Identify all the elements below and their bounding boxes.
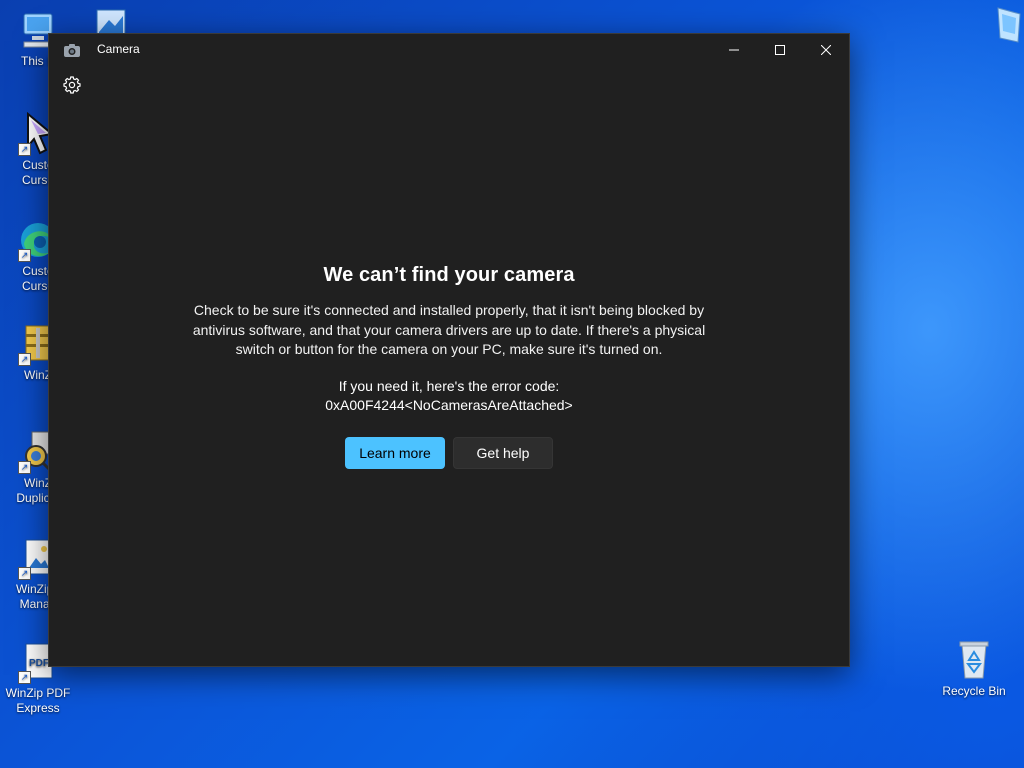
window-title: Camera [97,42,140,56]
desktop-icon-top-right[interactable] [990,4,1024,50]
camera-icon [63,42,81,58]
app-shortcut-icon [990,4,1024,48]
get-help-button[interactable]: Get help [453,436,553,469]
camera-window: Camera We can’t find your camera Check t… [48,33,850,667]
learn-more-button[interactable]: Learn more [345,436,445,469]
minimize-icon [729,45,739,55]
error-code-intro: If you need it, here's the error code: [338,377,560,394]
desktop-icon-label: Recycle Bin [942,684,1006,698]
close-icon [821,45,831,55]
desktop: This P ↗ Custo Curso ↗ Custo Curso ↗ Win… [0,0,1024,768]
title-bar[interactable]: Camera [49,34,849,66]
recycle-bin-icon [954,638,994,682]
shortcut-arrow-icon: ↗ [18,249,31,262]
shortcut-arrow-icon: ↗ [18,567,31,580]
shortcut-arrow-icon: ↗ [18,353,31,366]
svg-text:PDF: PDF [29,658,49,669]
settings-button[interactable] [63,76,81,94]
shortcut-arrow-icon: ↗ [18,143,31,156]
action-buttons: Learn more Get help [49,436,849,469]
shortcut-arrow-icon: ↗ [18,461,31,474]
error-panel: We can’t find your camera Check to be su… [49,264,849,469]
desktop-icon-label: WinZip PDF Express [5,686,71,715]
shortcut-arrow-icon: ↗ [18,671,31,684]
desktop-icon-recycle-bin[interactable]: Recycle Bin [936,638,1012,699]
maximize-button[interactable] [757,34,803,66]
error-heading: We can’t find your camera [323,264,575,286]
close-button[interactable] [803,34,849,66]
error-code: 0xA00F4244<NoCamerasAreAttached> [325,396,573,413]
error-description: Check to be sure it's connected and inst… [192,302,706,357]
maximize-icon [775,45,785,55]
minimize-button[interactable] [711,34,757,66]
gear-icon [63,76,81,98]
